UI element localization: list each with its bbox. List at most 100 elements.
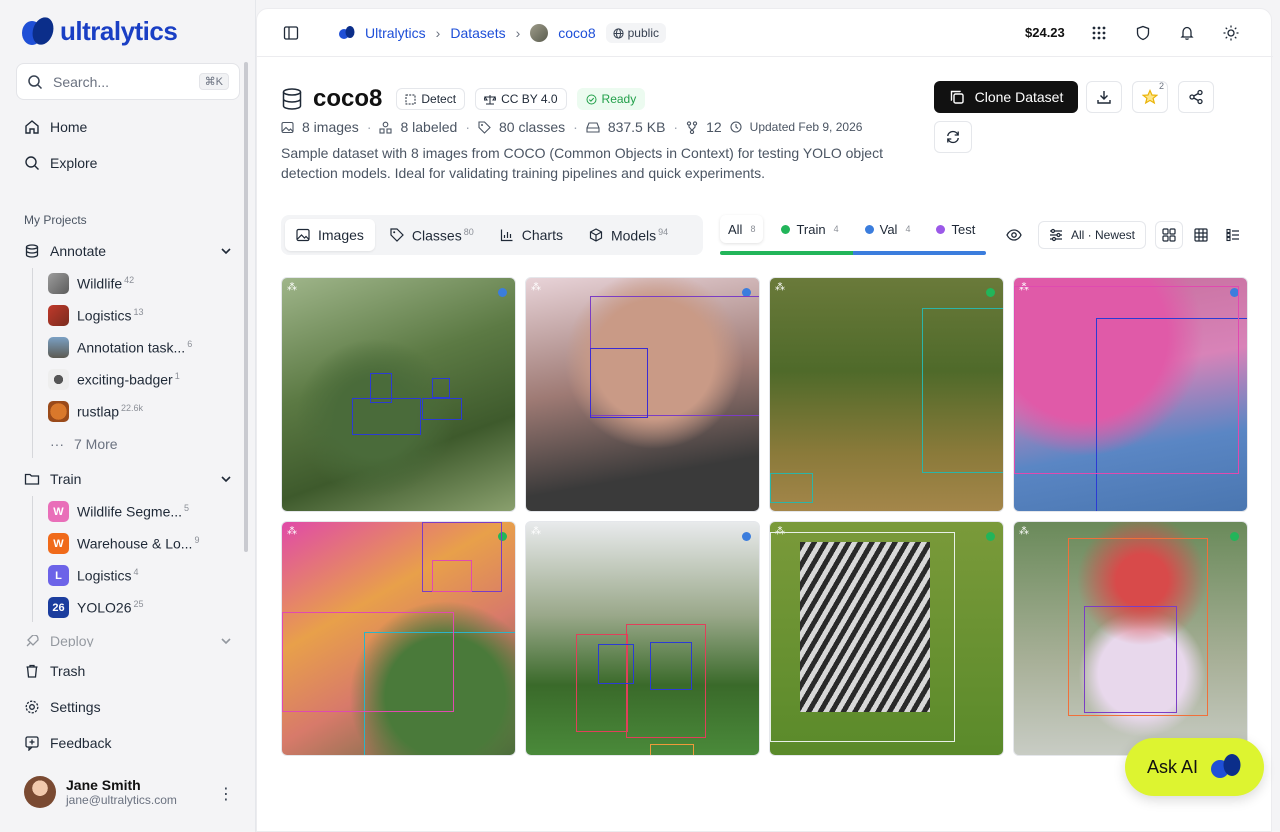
image-card[interactable]: ⁂ <box>525 277 760 512</box>
tab-classes[interactable]: Classes 80 <box>379 219 485 251</box>
breadcrumb-datasets[interactable]: Datasets <box>450 25 505 41</box>
bounding-box <box>1014 286 1239 474</box>
user-profile[interactable]: Jane Smith jane@ultralytics.com <box>24 776 177 808</box>
eye-icon[interactable] <box>1006 227 1022 243</box>
val-split-dot <box>498 288 507 297</box>
updated-date: Updated Feb 9, 2026 <box>749 120 863 134</box>
image-card[interactable]: ⁂ <box>1013 521 1248 756</box>
split-all-count: 8 <box>750 224 756 234</box>
image-card[interactable]: ⁂ <box>769 521 1004 756</box>
breadcrumb-current[interactable]: coco8 <box>558 25 595 41</box>
nav-feedback[interactable]: Feedback <box>24 735 111 751</box>
view-list[interactable] <box>1219 221 1247 249</box>
group-deploy[interactable]: Deploy <box>24 635 232 647</box>
visibility-label: public <box>627 26 659 40</box>
star-button[interactable]: 2 <box>1132 81 1168 113</box>
tab-models-label: Models <box>610 227 657 244</box>
train-project-item[interactable]: W Wildlife Segme... 5 <box>48 501 189 522</box>
main-panel: Ultralytics › Datasets › coco8 public $2… <box>256 8 1273 832</box>
show-more-projects[interactable]: ··· 7 More <box>50 436 118 452</box>
sliders-icon <box>1050 228 1062 242</box>
user-menu-icon[interactable]: ⋮ <box>218 784 234 804</box>
image-card[interactable]: ⁂ <box>525 521 760 756</box>
tab-charts[interactable]: Charts <box>489 219 574 251</box>
view-large-grid[interactable] <box>1155 221 1183 249</box>
image-card[interactable]: ⁂ <box>769 277 1004 512</box>
show-more-label: 7 More <box>74 436 118 452</box>
search-placeholder: Search... <box>53 73 110 90</box>
refresh-icon <box>947 130 959 144</box>
task-label: Detect <box>421 92 457 106</box>
nav-trash[interactable]: Trash <box>24 663 85 679</box>
split-train[interactable]: Train 4 <box>773 215 846 243</box>
train-project-item[interactable]: W Warehouse & Lo... 9 <box>48 533 199 554</box>
logo[interactable]: ultralytics <box>22 14 178 47</box>
breadcrumb-root[interactable]: Ultralytics <box>365 25 426 41</box>
image-card[interactable]: ⁂ <box>1013 277 1248 512</box>
split-train-count: 4 <box>833 224 839 234</box>
search-icon <box>28 74 43 89</box>
grid-large-icon <box>1162 228 1176 242</box>
val-split-dot <box>742 532 751 541</box>
project-count: 6 <box>187 339 193 350</box>
ultralytics-logo-icon <box>1211 754 1241 778</box>
project-item[interactable]: Wildlife 42 <box>48 273 134 294</box>
sort-dropdown[interactable]: All · Newest <box>1038 221 1147 249</box>
labeled-count: 8 labeled <box>400 119 458 135</box>
tab-images[interactable]: Images <box>285 219 375 251</box>
nav-home[interactable]: Home <box>24 119 87 135</box>
split-val-label: Val <box>879 221 898 237</box>
image-card[interactable]: ⁂ <box>281 521 516 756</box>
clone-dataset-button[interactable]: Clone Dataset <box>934 81 1078 113</box>
apps-grid-icon[interactable] <box>1091 25 1107 41</box>
tree-line <box>32 268 33 458</box>
split-filter: All 8 Train 4 Val 4 Test <box>720 213 986 261</box>
group-annotate[interactable]: Annotate <box>24 243 232 259</box>
project-item[interactable]: rustlap 22.6k <box>48 401 143 422</box>
project-count: 9 <box>194 535 200 546</box>
shield-icon[interactable] <box>1135 25 1151 41</box>
train-split-dot <box>986 532 995 541</box>
image-card[interactable]: ⁂ <box>281 277 516 512</box>
dataset-thumbnail <box>530 24 549 42</box>
dataset-title: coco8 <box>313 85 383 112</box>
annotation-icon: ⁂ <box>287 282 297 293</box>
nav-settings[interactable]: Settings <box>24 699 101 715</box>
tab-classes-label: Classes <box>411 227 462 244</box>
group-train[interactable]: Train <box>24 471 232 487</box>
nav-explore[interactable]: Explore <box>24 155 97 171</box>
bell-icon[interactable] <box>1179 25 1195 41</box>
globe-icon <box>613 27 624 39</box>
sun-icon[interactable] <box>1223 25 1239 41</box>
project-item[interactable]: Annotation task... 6 <box>48 337 192 358</box>
project-item[interactable]: exciting-badger 1 <box>48 369 180 390</box>
image-icon <box>296 228 310 242</box>
bounding-box <box>1084 606 1177 713</box>
ask-ai-button[interactable]: Ask AI <box>1125 738 1264 796</box>
train-project-item[interactable]: L Logistics 4 <box>48 565 138 586</box>
train-project-item[interactable]: 26 YOLO26 25 <box>48 597 144 618</box>
project-thumbnail <box>48 337 69 358</box>
download-button[interactable] <box>1086 81 1122 113</box>
dataset-stats: 8 images · 8 labeled · 80 classes · 837.… <box>281 119 862 135</box>
split-test[interactable]: Test <box>928 215 983 243</box>
sidebar-toggle-icon[interactable] <box>283 25 299 41</box>
tab-models[interactable]: Models 94 <box>578 219 679 251</box>
nav-settings-label: Settings <box>50 699 101 715</box>
account-balance[interactable]: $24.23 <box>1025 25 1065 40</box>
split-val[interactable]: Val 4 <box>857 215 919 243</box>
share-button[interactable] <box>1178 81 1214 113</box>
split-all[interactable]: All 8 <box>720 215 764 243</box>
sidebar-scrollbar[interactable] <box>244 62 248 552</box>
tag-icon <box>478 120 491 134</box>
project-count: 5 <box>184 503 190 514</box>
ask-ai-label: Ask AI <box>1146 756 1199 777</box>
project-item[interactable]: Logistics 13 <box>48 305 143 326</box>
search-input[interactable]: Search... ⌘K <box>16 63 240 100</box>
visibility-badge: public <box>605 23 666 43</box>
view-small-grid[interactable] <box>1187 221 1215 249</box>
trash-icon <box>26 664 38 678</box>
refresh-button[interactable] <box>934 121 972 153</box>
projects-label: My Projects <box>24 213 87 227</box>
sort-label: All · Newest <box>1071 228 1136 242</box>
